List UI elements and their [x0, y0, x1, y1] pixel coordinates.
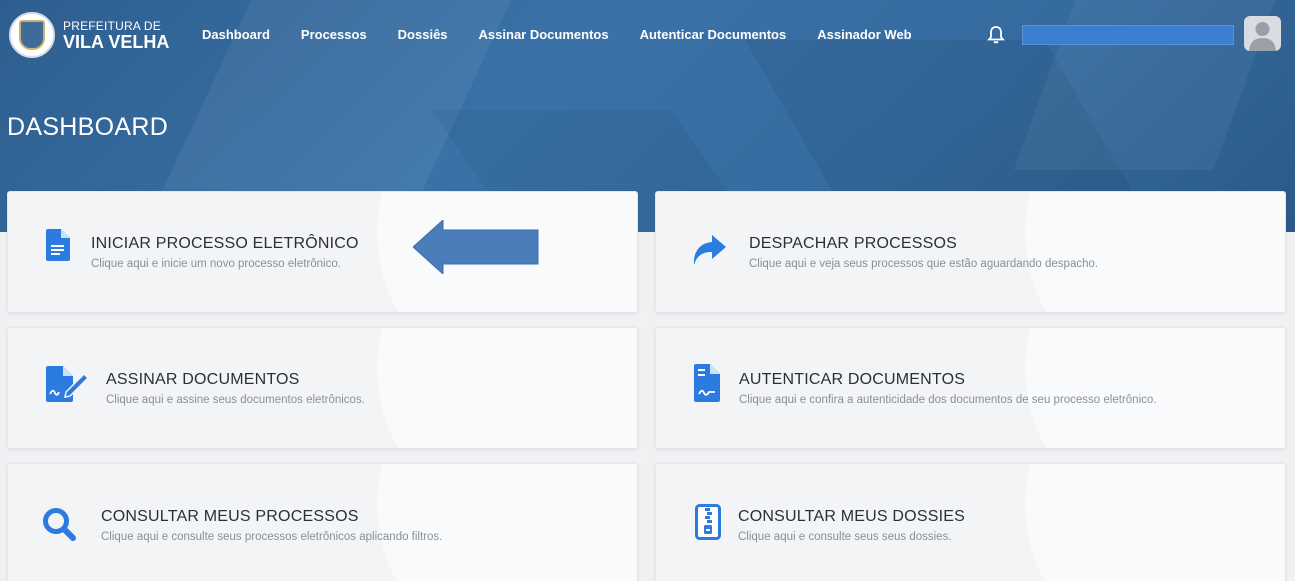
card-title: INICIAR PROCESSO ELETRÔNICO [91, 235, 359, 252]
user-name-field[interactable] [1022, 25, 1234, 45]
city-crest-icon [9, 12, 55, 58]
nav-assinar-documentos[interactable]: Assinar Documentos [479, 27, 609, 42]
card-description: Clique aqui e inicie um novo processo el… [91, 258, 341, 270]
search-icon [42, 507, 76, 545]
page-title: DASHBOARD [7, 113, 169, 141]
card-description: Clique aqui e consulte seus processos el… [101, 531, 443, 543]
card-consultar-dossies[interactable]: CONSULTAR MEUS DOSSIES Clique aqui e con… [655, 463, 1286, 581]
logo-line1: PREFEITURA DE [63, 18, 161, 33]
bell-icon[interactable] [987, 25, 1005, 45]
logo-line2: VILA VELHA [63, 31, 170, 52]
card-title: CONSULTAR MEUS DOSSIES [738, 508, 965, 525]
card-description: Clique aqui e veja seus processos que es… [749, 258, 1099, 270]
card-description: Clique aqui e assine seus documentos ele… [106, 394, 365, 406]
card-title: AUTENTICAR DOCUMENTOS [739, 371, 966, 388]
card-title: ASSINAR DOCUMENTOS [106, 371, 300, 388]
authenticate-document-icon [694, 364, 720, 406]
card-title: CONSULTAR MEUS PROCESSOS [101, 508, 359, 525]
top-navbar: PREFEITURA DE VILA VELHA Dashboard Proce… [0, 0, 1295, 72]
sign-document-icon [46, 366, 92, 406]
zip-file-icon [695, 504, 721, 544]
card-description: Clique aqui e consulte seus seus dossies… [738, 531, 952, 543]
card-despachar-processos[interactable]: DESPACHAR PROCESSOS Clique aqui e veja s… [655, 191, 1286, 313]
card-assinar-documentos[interactable]: ASSINAR DOCUMENTOS Clique aqui e assine … [7, 327, 638, 449]
left-arrow-annotation-icon [412, 218, 539, 278]
nav-assinador-web[interactable]: Assinador Web [817, 27, 911, 42]
card-description: Clique aqui e confira a autenticidade do… [739, 394, 1157, 406]
nav-dossies[interactable]: Dossiês [398, 27, 448, 42]
nav-processos[interactable]: Processos [301, 27, 367, 42]
document-icon [46, 229, 70, 265]
nav-autenticar-documentos[interactable]: Autenticar Documentos [640, 27, 787, 42]
user-avatar-icon[interactable] [1244, 16, 1281, 51]
logo[interactable]: PREFEITURA DE VILA VELHA [9, 12, 169, 58]
card-iniciar-processo[interactable]: INICIAR PROCESSO ELETRÔNICO Clique aqui … [7, 191, 638, 313]
card-autenticar-documentos[interactable]: AUTENTICAR DOCUMENTOS Clique aqui e conf… [655, 327, 1286, 449]
nav-dashboard[interactable]: Dashboard [202, 27, 270, 42]
main-nav: Dashboard Processos Dossiês Assinar Docu… [202, 27, 943, 42]
card-title: DESPACHAR PROCESSOS [749, 235, 957, 252]
share-arrow-icon [692, 235, 726, 271]
card-consultar-processos[interactable]: CONSULTAR MEUS PROCESSOS Clique aqui e c… [7, 463, 638, 581]
